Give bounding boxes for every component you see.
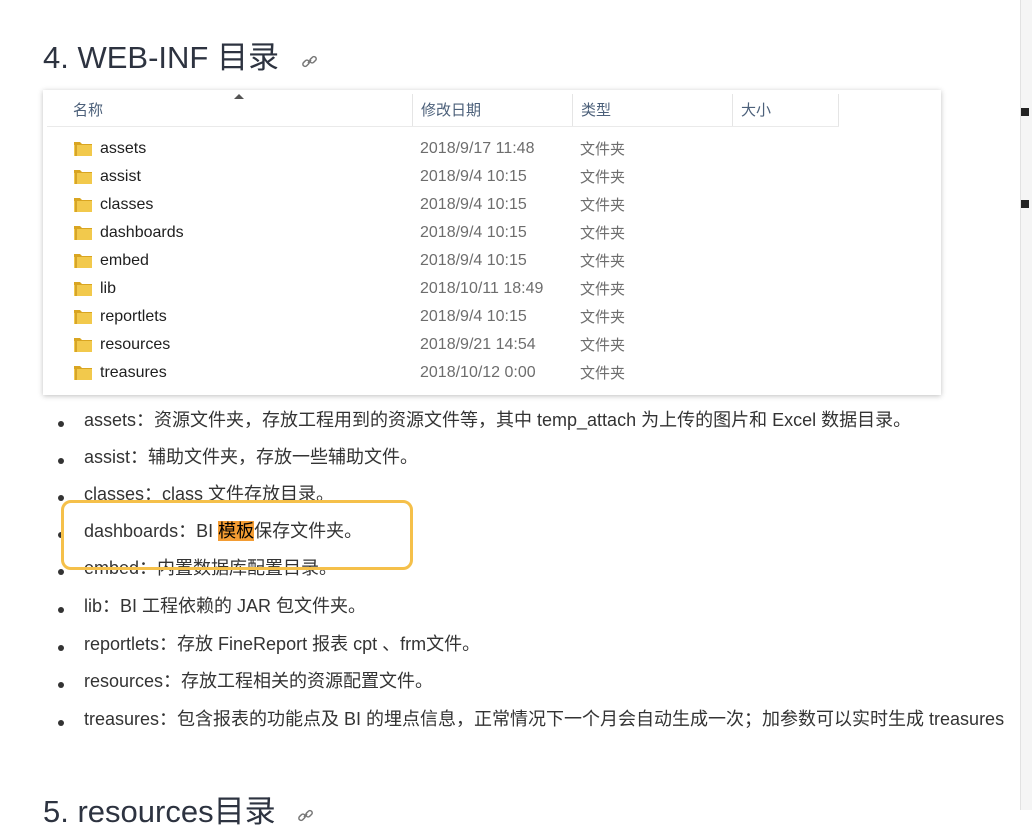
file-date: 2018/9/4 10:15 bbox=[420, 308, 527, 325]
list-item-text: assist：辅助文件夹，存放一些辅助文件。 bbox=[84, 447, 419, 467]
list-item: treasures：包含报表的功能点及 BI 的埋点信息，正常情况下一个月会自动… bbox=[84, 705, 1004, 733]
file-row-assist[interactable]: assist 2018/9/4 10:15 文件夹 bbox=[73, 163, 673, 191]
list-item-text: resources：存放工程相关的资源配置文件。 bbox=[84, 671, 434, 691]
bullet-dot bbox=[58, 645, 64, 651]
file-type: 文件夹 bbox=[580, 252, 626, 270]
file-name: dashboards bbox=[100, 224, 184, 241]
file-row-treasures[interactable]: treasures 2018/10/12 0:00 文件夹 bbox=[73, 359, 673, 387]
folder-icon bbox=[73, 167, 93, 185]
file-date: 2018/9/4 10:15 bbox=[420, 196, 527, 213]
bullet-dot bbox=[58, 607, 64, 613]
file-date: 2018/9/21 14:54 bbox=[420, 336, 536, 353]
column-header-name[interactable]: 名称 bbox=[47, 94, 413, 126]
folder-icon bbox=[73, 251, 93, 269]
link-icon[interactable] bbox=[297, 796, 314, 832]
list-item: reportlets：存放 FineReport 报表 cpt 、frm文件。 bbox=[84, 630, 480, 658]
file-row-reportlets[interactable]: reportlets 2018/9/4 10:15 文件夹 bbox=[73, 303, 673, 331]
file-date: 2018/9/17 11:48 bbox=[420, 140, 535, 157]
file-type: 文件夹 bbox=[580, 336, 626, 354]
file-date: 2018/10/11 18:49 bbox=[420, 280, 544, 297]
file-type: 文件夹 bbox=[580, 168, 626, 186]
folder-icon bbox=[73, 139, 93, 157]
list-item: resources：存放工程相关的资源配置文件。 bbox=[84, 667, 433, 695]
folder-icon bbox=[73, 279, 93, 297]
list-item-text: lib：BI 工程依赖的 JAR 包文件夹。 bbox=[84, 596, 367, 616]
file-type: 文件夹 bbox=[580, 140, 626, 158]
file-name: assist bbox=[100, 168, 141, 185]
folder-icon bbox=[73, 307, 93, 325]
bullet-dot bbox=[58, 569, 64, 575]
file-name: resources bbox=[100, 336, 171, 353]
column-header-size[interactable]: 大小 bbox=[733, 94, 839, 126]
section-heading-4: 4. WEB-INF 目录 bbox=[43, 32, 318, 78]
bullet-dot bbox=[58, 421, 64, 427]
file-date: 2018/9/4 10:15 bbox=[420, 252, 527, 269]
file-date: 2018/9/4 10:15 bbox=[420, 168, 527, 185]
file-type: 文件夹 bbox=[580, 224, 626, 242]
heading-text: 4. WEB-INF 目录 bbox=[43, 40, 279, 75]
file-name: lib bbox=[100, 280, 117, 297]
folder-icon bbox=[73, 335, 93, 353]
folder-icon bbox=[73, 363, 93, 381]
column-header-modified[interactable]: 修改日期 bbox=[413, 94, 573, 126]
list-item: assets：资源文件夹，存放工程用到的资源文件等，其中 temp_attach… bbox=[84, 406, 911, 434]
highlight-callout-box bbox=[61, 500, 413, 570]
file-type: 文件夹 bbox=[580, 308, 626, 326]
file-row-lib[interactable]: lib 2018/10/11 18:49 文件夹 bbox=[73, 275, 673, 303]
file-row-assets[interactable]: assets 2018/9/17 11:48 文件夹 bbox=[73, 135, 673, 163]
file-name: treasures bbox=[100, 364, 167, 381]
edge-marker bbox=[1021, 200, 1029, 208]
bullet-dot bbox=[58, 495, 64, 501]
file-name: assets bbox=[100, 140, 147, 157]
file-type: 文件夹 bbox=[580, 364, 626, 382]
folder-icon bbox=[73, 195, 93, 213]
list-item-text: assets：资源文件夹，存放工程用到的资源文件等，其中 temp_attach… bbox=[84, 410, 912, 430]
file-name: classes bbox=[100, 196, 154, 213]
list-item: lib：BI 工程依赖的 JAR 包文件夹。 bbox=[84, 592, 366, 620]
file-name: embed bbox=[100, 252, 149, 269]
list-item-text: treasures：包含报表的功能点及 BI 的埋点信息，正常情况下一个月会自动… bbox=[84, 709, 1005, 729]
file-row-embed[interactable]: embed 2018/9/4 10:15 文件夹 bbox=[73, 247, 673, 275]
file-type: 文件夹 bbox=[580, 280, 626, 298]
scrollbar-strip[interactable] bbox=[1020, 0, 1032, 810]
link-icon[interactable] bbox=[301, 42, 318, 78]
section-heading-5: 5. resources目录 bbox=[43, 786, 314, 832]
bullet-dot bbox=[58, 720, 64, 726]
file-row-classes[interactable]: classes 2018/9/4 10:15 文件夹 bbox=[73, 191, 673, 219]
bullet-dot bbox=[58, 682, 64, 688]
list-item-text: reportlets：存放 FineReport 报表 cpt 、frm文件。 bbox=[84, 634, 481, 654]
file-date: 2018/10/12 0:00 bbox=[420, 364, 536, 381]
file-name: reportlets bbox=[100, 308, 167, 325]
file-type: 文件夹 bbox=[580, 196, 626, 214]
edge-marker bbox=[1021, 108, 1029, 116]
folder-icon bbox=[73, 223, 93, 241]
file-row-dashboards[interactable]: dashboards 2018/9/4 10:15 文件夹 bbox=[73, 219, 673, 247]
file-row-resources[interactable]: resources 2018/9/21 14:54 文件夹 bbox=[73, 331, 673, 359]
header-divider bbox=[47, 126, 839, 127]
column-header-type[interactable]: 类型 bbox=[573, 94, 733, 126]
heading-text: 5. resources目录 bbox=[43, 794, 276, 829]
file-date: 2018/9/4 10:15 bbox=[420, 224, 527, 241]
bullet-dot bbox=[58, 458, 64, 464]
file-explorer-screenshot: 名称 修改日期 类型 大小 assets 2018/9/17 11:48 文件夹 as… bbox=[43, 90, 941, 395]
list-item: assist：辅助文件夹，存放一些辅助文件。 bbox=[84, 443, 418, 471]
